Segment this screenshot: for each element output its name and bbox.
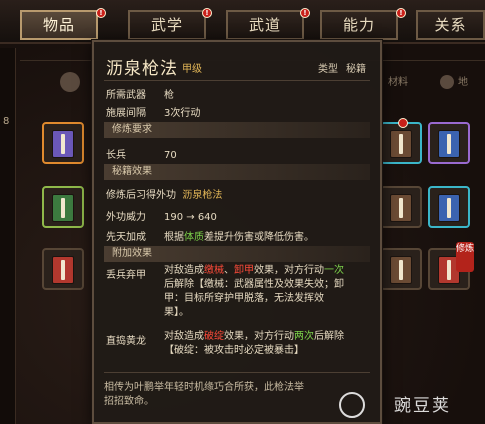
tab-abilities-label: 能力 xyxy=(342,16,375,34)
tab-relations[interactable]: 关系 xyxy=(416,10,485,40)
manual-book-icon xyxy=(390,130,412,158)
effect1-line4: 果】。 xyxy=(164,307,189,318)
effect2-pre: 对敌造成 xyxy=(164,331,204,342)
tab-martial-way[interactable]: 武道 xyxy=(226,10,304,40)
innate-attr: 体质 xyxy=(184,232,204,243)
inventory-slot[interactable] xyxy=(380,248,422,290)
tab-relations-label: 关系 xyxy=(434,16,467,34)
slot-alert-badge xyxy=(398,118,408,128)
effect1-line2: 后解除【缴械：武器属性及效果失效；卸 xyxy=(164,279,344,290)
tab-items-alert-badge: ! xyxy=(96,8,106,18)
innate-post: 差提升伤害或降低伤害。 xyxy=(204,232,314,243)
learn-row: 修炼后习得外功 沥泉枪法 xyxy=(106,186,222,201)
effect2-text: 对敌造成破绽效果，对方行动两次后解除 【破绽：被攻击时必定被暴击】 xyxy=(164,330,374,358)
practice-badge: 修炼 xyxy=(456,242,474,272)
required-weapon-row: 所需武器 枪 xyxy=(106,86,174,101)
effect2-mid: 效果，对方行动 xyxy=(224,331,294,342)
inventory-slot[interactable] xyxy=(42,122,84,164)
tooltip-grade: 甲级 xyxy=(182,64,202,75)
effect1-pre: 对敌造成 xyxy=(164,265,204,276)
tooltip-type: 类型 秘籍 xyxy=(310,60,366,75)
description-line1: 相传为叶鹏举年轻时机缘巧合所获，此枪法举 xyxy=(104,382,304,393)
top-nav-bar: 物品 ! 武学 ! 武道 ! 能力 ! 关系 xyxy=(0,0,485,44)
effect1-key: 丢兵弃甲 xyxy=(106,270,146,281)
inventory-slot[interactable] xyxy=(42,248,84,290)
tab-abilities[interactable]: 能力 xyxy=(320,10,398,40)
power-key: 外功威力 xyxy=(106,212,146,223)
tab-martial-arts-label: 武学 xyxy=(150,16,183,34)
tooltip-type-key: 类型 xyxy=(318,64,338,75)
section-requirements: 修炼要求 xyxy=(104,122,370,138)
item-tooltip-panel: 沥泉枪法 甲级 类型 秘籍 所需武器 枪 施展间隔 3次行动 修炼要求 长兵 70 秘籍… xyxy=(92,40,382,424)
cooldown-key: 施展间隔 xyxy=(106,108,146,119)
inventory-slot[interactable]: 修炼 xyxy=(428,242,474,290)
section-effects: 秘籍效果 xyxy=(104,164,370,180)
effect2-count: 两次 xyxy=(294,331,314,342)
effect1-mid: 效果，对方行动 xyxy=(254,265,324,276)
innate-row: 先天加成 根据体质差提升伤害或降低伤害。 xyxy=(106,228,314,243)
manual-book-icon xyxy=(52,194,74,222)
manual-book-icon xyxy=(438,194,460,222)
effect1-text: 对敌造成缴械、卸甲效果，对方行动一次 后解除【缴械：武器属性及效果失效；卸 甲：… xyxy=(164,264,374,320)
effect1-count: 一次 xyxy=(324,265,344,276)
tooltip-title: 沥泉枪法 xyxy=(106,59,178,79)
manual-book-icon xyxy=(390,256,412,284)
inventory-slot[interactable] xyxy=(428,186,470,228)
tab-martial-arts-alert-badge: ! xyxy=(202,8,212,18)
category-tab-land[interactable]: 地 xyxy=(440,67,485,99)
required-weapon-key: 所需武器 xyxy=(106,90,146,101)
watermark-logo-icon xyxy=(339,392,365,418)
effect1-sep: 、 xyxy=(224,265,234,276)
inventory-slot[interactable] xyxy=(380,186,422,228)
inventory-slot[interactable] xyxy=(380,122,422,164)
description-line2: 招招致命。 xyxy=(104,396,154,407)
category-tab-land-label: 地 xyxy=(458,77,468,88)
divider xyxy=(104,80,370,81)
effect1-line3: 甲：目标所穿护甲脱落，无法发挥效 xyxy=(164,293,324,304)
left-strip-number: 8 xyxy=(3,116,10,127)
requirement-value: 70 xyxy=(164,150,177,161)
inventory-slot[interactable] xyxy=(428,122,470,164)
power-row: 外功威力 190 → 640 xyxy=(106,208,217,223)
watermark-text: 豌豆荚 xyxy=(394,396,451,416)
cooldown-value: 3次行动 xyxy=(164,108,201,119)
cooldown-row: 施展间隔 3次行动 xyxy=(106,104,200,119)
tab-abilities-alert-badge: ! xyxy=(396,8,406,18)
power-value: 190 → 640 xyxy=(164,212,217,223)
requirement-row: 长兵 70 xyxy=(106,146,177,161)
tab-items-label: 物品 xyxy=(42,16,75,34)
effect2-line2: 【破绽：被攻击时必定被暴击】 xyxy=(164,345,304,356)
tab-martial-arts[interactable]: 武学 xyxy=(128,10,206,40)
effect2-key: 直捣黄龙 xyxy=(106,336,146,347)
tab-martial-way-alert-badge: ! xyxy=(300,8,310,18)
manual-book-icon xyxy=(52,256,74,284)
required-weapon-value: 枪 xyxy=(164,90,174,101)
manual-book-icon xyxy=(390,194,412,222)
tab-martial-way-label: 武道 xyxy=(248,16,281,34)
left-side-strip: 8 xyxy=(0,48,16,424)
effect2-post: 后解除 xyxy=(314,331,344,342)
learn-key: 修炼后习得外功 xyxy=(106,190,176,201)
effect2-flaw: 破绽 xyxy=(204,331,224,342)
requirement-key: 长兵 xyxy=(106,150,126,161)
innate-pre: 根据 xyxy=(164,232,184,243)
innate-key: 先天加成 xyxy=(106,232,146,243)
item-description: 相传为叶鹏举年轻时机缘巧合所获，此枪法举 招招致命。 xyxy=(104,372,370,416)
effect1-unarmor: 卸甲 xyxy=(234,265,254,276)
manual-book-icon xyxy=(52,130,74,158)
category-tab-materials-label: 材料 xyxy=(388,77,408,88)
tooltip-type-value: 秘籍 xyxy=(346,64,366,75)
section-extra: 附加效果 xyxy=(104,246,370,262)
tab-items[interactable]: 物品 xyxy=(20,10,98,40)
effect1-disarm: 缴械 xyxy=(204,265,224,276)
manual-book-icon xyxy=(438,130,460,158)
inventory-slot[interactable] xyxy=(42,186,84,228)
learn-value: 沥泉枪法 xyxy=(182,190,223,201)
